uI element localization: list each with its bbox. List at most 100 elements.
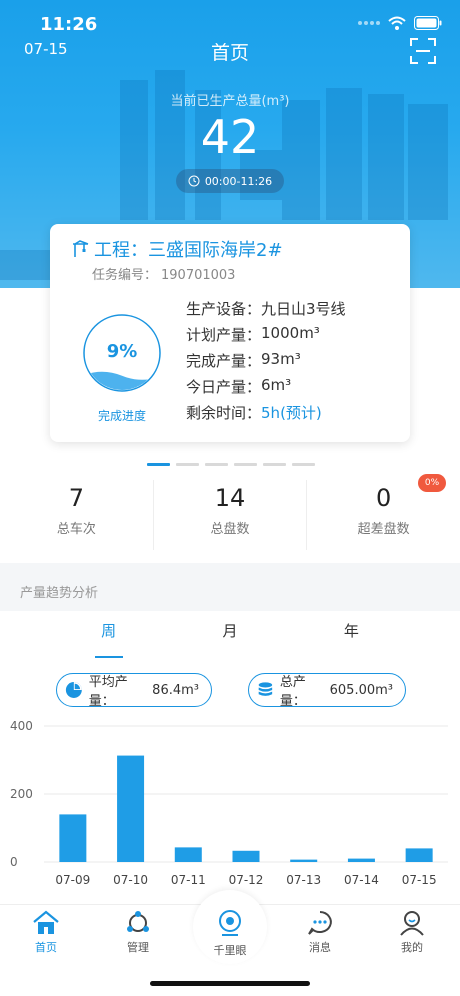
signal-icon [358, 21, 380, 25]
y-tick-label: 200 [10, 787, 33, 801]
average-output-value: 86.4m³ [152, 682, 199, 698]
message-icon [308, 911, 332, 935]
tab-week[interactable]: 周 [48, 620, 169, 658]
scan-icon[interactable] [410, 38, 436, 64]
project-card[interactable]: 工程：三盛国际海岸2# 任务编号： 190701003 9% 完成进度 生产设备：… [50, 224, 410, 442]
pager-dot[interactable] [176, 463, 199, 466]
stat-value: 7 [68, 484, 84, 512]
tab-label: 我的 [401, 941, 423, 954]
bar[interactable] [405, 848, 433, 862]
bar[interactable] [347, 858, 375, 862]
stats-row: 7 总车次 14 总盘数 0 超差盘数 0% [0, 474, 460, 550]
project-info-list: 生产设备： 九日山3号线 计划产量： 1000m³ 完成产量： 93m³ 今日产量： 6… [186, 298, 346, 428]
over-tolerance-badge: 0% [418, 474, 447, 492]
x-tick-label: 07-14 [344, 873, 379, 887]
current-output-label: 当前已生产总量(m³) [170, 94, 290, 109]
project-title: 工程：三盛国际海岸2# [94, 240, 283, 261]
tab-month[interactable]: 月 [169, 620, 290, 658]
info-label: 计划产量： [186, 326, 262, 344]
info-value: 6m³ [261, 376, 292, 394]
x-tick-label: 07-15 [402, 873, 437, 887]
stat-label: 总盘数 [210, 522, 250, 537]
carousel-pager[interactable] [147, 463, 315, 466]
home-icon [33, 910, 59, 934]
database-icon [258, 682, 273, 696]
y-tick-label: 0 [10, 855, 18, 869]
crane-icon [73, 240, 89, 257]
tab-year[interactable]: 年 [291, 620, 412, 658]
tab-management[interactable]: 管理 [108, 910, 168, 955]
tab-profile[interactable]: 我的 [382, 910, 442, 955]
info-value: 1000m³ [261, 324, 320, 342]
time-range-text: 00:00-11:26 [204, 174, 273, 188]
x-tick-label: 07-12 [229, 873, 264, 887]
stat-over-tolerance[interactable]: 0 超差盘数 0% [306, 474, 460, 550]
y-tick-label: 400 [10, 719, 33, 733]
stat-label: 总车次 [56, 522, 96, 537]
info-row-today: 今日产量： 6m³ [186, 376, 346, 402]
status-bar-time: 11:26 [40, 14, 98, 35]
info-value: 九日山3号线 [261, 300, 346, 318]
task-number-row: 任务编号： 190701003 [92, 264, 235, 283]
tab-label: 管理 [127, 941, 149, 954]
info-label: 生产设备： [186, 300, 262, 318]
x-tick-label: 07-13 [286, 873, 321, 887]
info-value: 93m³ [261, 350, 301, 368]
info-label: 剩余时间： [186, 404, 262, 422]
tab-label: 首页 [35, 941, 57, 954]
tab-messages[interactable]: 消息 [290, 910, 350, 955]
task-number-label: 任务编号： [92, 268, 158, 283]
average-output-pill: 平均产量： 86.4m³ [56, 673, 212, 709]
profile-icon [400, 911, 424, 936]
time-range-pill: 00:00-11:26 [176, 169, 284, 193]
bar[interactable] [59, 814, 87, 862]
output-trend-bar-chart: 0 200 400 07-09 07-10 07-11 07-12 07-13 07-14 07-… [10, 719, 448, 887]
app-screen: 11:26 07-15 首页 当前已生产总量(m³) 42 00:00-11:2… [0, 0, 460, 996]
pager-dot[interactable] [205, 463, 228, 466]
period-tabs: 周 月 年 [48, 620, 412, 658]
current-output-value: 42 [200, 110, 260, 164]
bar[interactable] [117, 755, 145, 862]
info-label: 完成产量： [186, 352, 262, 370]
progress-label: 完成进度 [97, 409, 146, 423]
stat-total-batches[interactable]: 14 总盘数 [152, 480, 307, 550]
stat-total-trips[interactable]: 7 总车次 [0, 480, 153, 550]
info-row-planned: 计划产量： 1000m³ [186, 324, 346, 350]
progress-percent: 9% [106, 341, 138, 362]
bar[interactable] [174, 847, 202, 862]
pager-dot[interactable] [292, 463, 315, 466]
info-value: 5h(预计) [261, 404, 322, 422]
tab-label: 消息 [309, 941, 331, 954]
stat-label: 超差盘数 [357, 522, 410, 537]
bar[interactable] [290, 859, 318, 862]
stat-value: 14 [214, 484, 246, 512]
clock-icon [188, 175, 200, 187]
bar[interactable] [232, 850, 260, 862]
info-row-remaining: 剩余时间： 5h(预计) [186, 402, 346, 428]
status-bar-icons [358, 16, 442, 30]
battery-icon [414, 16, 442, 30]
home-indicator [150, 981, 310, 986]
task-number-value: 190701003 [161, 268, 236, 283]
page-title: 首页 [210, 42, 249, 64]
info-row-device: 生产设备： 九日山3号线 [186, 298, 346, 324]
info-row-completed: 完成产量： 93m³ [186, 350, 346, 376]
total-output-value: 605.00m³ [329, 682, 393, 698]
pager-dot[interactable] [263, 463, 286, 466]
pager-dot[interactable] [234, 463, 257, 466]
management-icon [127, 911, 149, 932]
average-output-label: 平均产量： [88, 675, 128, 709]
trend-section-title: 产量趋势分析 [20, 586, 99, 601]
x-tick-label: 07-10 [113, 873, 148, 887]
total-output-label: 总产量： [279, 675, 306, 709]
info-label: 今日产量： [186, 378, 262, 396]
x-tick-label: 07-09 [55, 873, 90, 887]
tab-label-camera: 千里眼 [213, 944, 247, 957]
x-tick-label: 07-11 [171, 873, 206, 887]
pie-chart-icon [65, 682, 82, 698]
tab-home[interactable]: 首页 [16, 910, 76, 955]
pager-dot[interactable] [147, 463, 170, 466]
wifi-icon [388, 16, 406, 30]
project-title-row: 工程：三盛国际海岸2# [72, 236, 283, 262]
total-output-pill: 总产量： 605.00m³ [248, 673, 406, 709]
